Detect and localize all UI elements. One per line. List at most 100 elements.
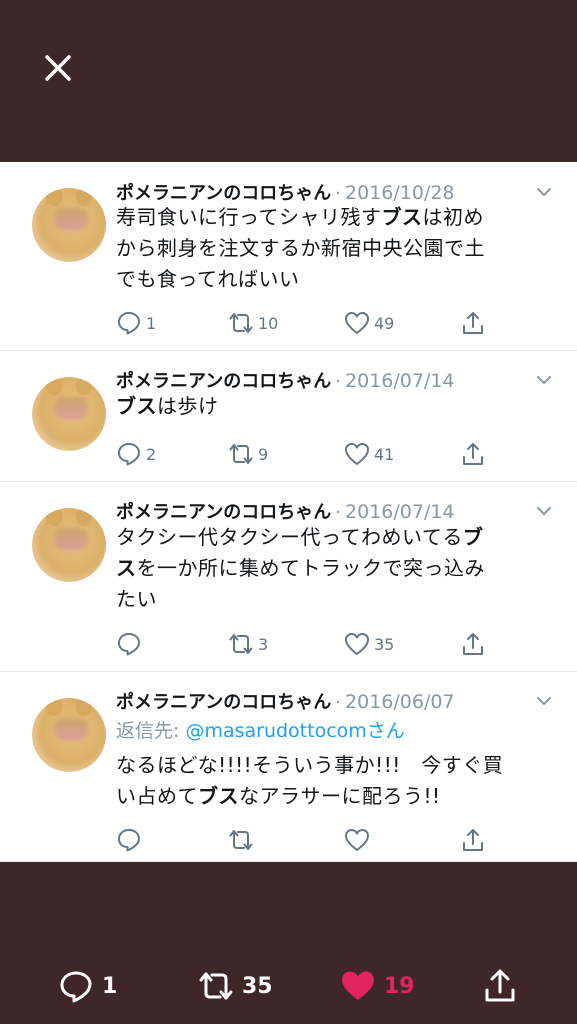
heart-icon: [345, 443, 369, 465]
share-icon: [463, 829, 483, 851]
tweet-text-line: なるほどな!!!!そういう事か!!! 今すぐ買: [116, 750, 546, 781]
share-button[interactable]: [460, 308, 486, 338]
tweet-text-segment: なるほどな!!!!そういう事か!!! 今すぐ買: [116, 753, 504, 777]
reply-button[interactable]: [116, 825, 146, 855]
tweet-text-segment: 寿司食いに行ってシャリ残す: [116, 205, 382, 229]
tweet-date[interactable]: 2016/07/14: [345, 501, 455, 523]
heart-icon: [345, 633, 369, 655]
chevron-down-icon[interactable]: [535, 183, 553, 201]
tweet-actions: [116, 825, 496, 855]
tweet-header: ポメラニアンのコロちゃん · 2016/07/14: [116, 498, 455, 524]
retweet-icon: [229, 313, 253, 333]
separator-dot: ·: [335, 692, 342, 713]
reply-to-label: 返信先: @masarudottocomさん: [116, 716, 405, 743]
tweet-item[interactable]: ポメラニアンのコロちゃん · 2016/06/07 返信先: @masarudott…: [0, 672, 577, 862]
tweet-text-segment: ブス: [116, 394, 157, 418]
retweet-icon: [229, 830, 253, 850]
tweet-actions: 1 10 49: [116, 308, 496, 338]
tweet-date[interactable]: 2016/07/14: [345, 370, 455, 392]
tweet-text-segment: い占めて: [116, 784, 198, 808]
tweet-text: 寿司食いに行ってシャリ残すブスは初めから刺身を注文するか新宿中央公園で土でも食っ…: [116, 202, 546, 295]
like-button[interactable]: [344, 825, 374, 855]
separator-dot: ·: [335, 502, 342, 523]
reply-icon: [118, 633, 140, 656]
like-count: 35: [374, 634, 395, 654]
like-button[interactable]: 49: [344, 308, 394, 338]
tweet-text-line: タクシー代タクシー代ってわめいてるブ: [116, 522, 546, 553]
share-button[interactable]: [460, 825, 486, 855]
tweet-text-segment: ブス: [198, 784, 239, 808]
tweet-item[interactable]: ポメラニアンのコロちゃん · 2016/07/14 タクシー代タクシー代ってわめいて…: [0, 482, 577, 672]
tweet-text-segment: ス: [116, 556, 137, 580]
retweet-button[interactable]: 10: [228, 308, 278, 338]
footer-reply-count: 1: [102, 973, 118, 999]
user-name[interactable]: ポメラニアンのコロちゃん: [116, 371, 331, 392]
tweet-date[interactable]: 2016/10/28: [345, 182, 455, 204]
tweet-text-segment: ブ: [462, 525, 484, 549]
footer-retweet-count: 35: [242, 973, 273, 999]
close-button[interactable]: [40, 50, 76, 86]
avatar[interactable]: [32, 188, 106, 262]
avatar[interactable]: [32, 377, 106, 451]
like-count: 41: [374, 444, 395, 464]
footer-share-button[interactable]: [482, 966, 518, 1006]
user-name[interactable]: ポメラニアンのコロちゃん: [116, 183, 331, 204]
reply-handle-link[interactable]: @masarudottocomさん: [185, 720, 404, 742]
share-icon: [463, 633, 483, 655]
retweet-icon: [229, 634, 253, 654]
share-button[interactable]: [460, 629, 486, 659]
chevron-down-icon[interactable]: [535, 371, 553, 389]
share-button[interactable]: [460, 439, 486, 469]
reply-count: 2: [146, 444, 157, 464]
footer-like-button[interactable]: 19: [340, 966, 415, 1006]
tweet-text-line: でも食ってればいい: [116, 264, 546, 295]
tweet-item[interactable]: ポメラニアンのコロちゃん · 2016/10/28 寿司食いに行ってシャリ残すブスは…: [0, 162, 577, 351]
like-count: 49: [374, 313, 395, 333]
tweet-text-line: スを一か所に集めてトラックで突っ込み: [116, 553, 546, 584]
footer-like-count: 19: [384, 973, 415, 999]
retweet-count: 10: [258, 313, 279, 333]
chevron-down-icon[interactable]: [535, 502, 553, 520]
tweet-text: ブスは歩け: [116, 391, 546, 422]
avatar[interactable]: [32, 508, 106, 582]
tweet-text-segment: ブス: [381, 205, 423, 229]
footer-retweet-button[interactable]: 35: [198, 966, 273, 1006]
top-bar: [0, 0, 577, 162]
tweet-item[interactable]: ポメラニアンのコロちゃん · 2016/07/14 ブスは歩け 2 9 41: [0, 351, 577, 482]
like-button[interactable]: 41: [344, 439, 394, 469]
tweet-text-segment: なアラサーに配ろう!!: [239, 784, 441, 808]
reply-prefix: 返信先:: [116, 720, 186, 742]
retweet-button[interactable]: 3: [228, 629, 268, 659]
separator-dot: ·: [335, 371, 342, 392]
close-icon: [45, 55, 71, 81]
reply-icon: [118, 829, 140, 852]
reply-icon: [118, 443, 140, 466]
reply-count: 1: [146, 313, 157, 333]
tweet-text-segment: から刺身を注文するか新宿中央公園で土: [116, 236, 485, 260]
user-name[interactable]: ポメラニアンのコロちゃん: [116, 692, 331, 713]
chevron-down-icon[interactable]: [535, 692, 553, 710]
reply-button[interactable]: 1: [116, 308, 156, 338]
like-button[interactable]: 35: [344, 629, 394, 659]
tweet-text-line: い占めてブスなアラサーに配ろう!!: [116, 781, 546, 812]
avatar[interactable]: [32, 698, 106, 772]
tweet-text-segment: は歩け: [157, 394, 219, 418]
tweet-list: ポメラニアンのコロちゃん · 2016/10/28 寿司食いに行ってシャリ残すブスは…: [0, 162, 577, 862]
tweet-text: なるほどな!!!!そういう事か!!! 今すぐ買 い占めてブスなアラサーに配ろう!!: [116, 750, 546, 812]
separator-dot: ·: [335, 183, 342, 204]
tweet-date[interactable]: 2016/06/07: [345, 691, 455, 713]
reply-icon: [118, 312, 140, 335]
user-name[interactable]: ポメラニアンのコロちゃん: [116, 502, 331, 523]
reply-icon: [60, 971, 92, 1003]
tweet-text-line: たい: [116, 584, 546, 615]
retweet-count: 9: [258, 444, 269, 464]
reply-button[interactable]: [116, 629, 146, 659]
retweet-button[interactable]: 9: [228, 439, 268, 469]
tweet-text: タクシー代タクシー代ってわめいてるブ スを一か所に集めてトラックで突っ込み たい: [116, 522, 546, 615]
heart-icon: [342, 971, 374, 1000]
footer-reply-button[interactable]: 1: [58, 966, 117, 1006]
tweet-text-segment: は初め: [422, 205, 484, 229]
reply-button[interactable]: 2: [116, 439, 156, 469]
retweet-button[interactable]: [228, 825, 258, 855]
share-icon: [463, 312, 483, 334]
